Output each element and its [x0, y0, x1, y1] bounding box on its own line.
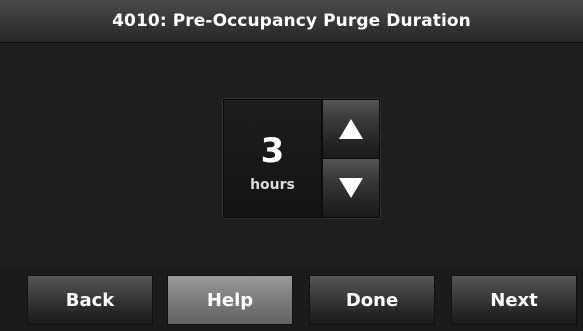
title-bar: 4010: Pre-Occupancy Purge Duration [0, 0, 583, 43]
back-button[interactable]: Back [27, 275, 153, 325]
bottom-button-bar: Back Help Done Next [0, 267, 583, 331]
done-button[interactable]: Done [309, 275, 435, 325]
duration-unit: hours [250, 176, 295, 193]
thermostat-screen: 4010: Pre-Occupancy Purge Duration 3 hou… [0, 0, 583, 331]
next-button[interactable]: Next [451, 275, 577, 325]
decrease-button[interactable] [323, 159, 379, 217]
help-button[interactable]: Help [167, 275, 293, 325]
value-selector: 3 hours [222, 98, 381, 219]
duration-value: 3 [260, 130, 285, 171]
triangle-up-icon [339, 119, 363, 139]
increase-button[interactable] [323, 100, 379, 158]
triangle-down-icon [339, 178, 363, 198]
page-title: 4010: Pre-Occupancy Purge Duration [112, 11, 471, 31]
value-display: 3 hours [224, 100, 321, 217]
